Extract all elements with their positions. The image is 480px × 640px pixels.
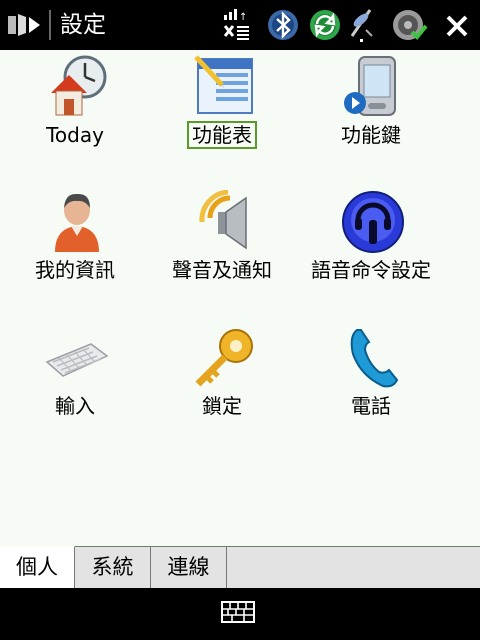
settings-item-lock[interactable]: 鎖定 — [147, 326, 297, 446]
today-clock-house-icon — [51, 55, 107, 116]
title-bar: 設定 ↑ — [0, 0, 480, 50]
menu-window-icon — [194, 55, 253, 114]
keyboard-icon — [45, 343, 109, 377]
settings-content: Today 功能表 功能鍵 我的資訊 聲音及通知 語音命令設定 輸入 鎖定 電話 — [0, 50, 480, 546]
owner-person-icon — [55, 193, 99, 252]
settings-item-input[interactable]: 輸入 — [0, 326, 150, 446]
sync-icon[interactable] — [306, 6, 344, 44]
settings-item-label: 功能鍵 — [341, 123, 401, 147]
settings-item-label: 語音命令設定 — [311, 258, 431, 282]
signal-strength-icon[interactable]: ↑ — [222, 6, 252, 44]
phone-icon — [350, 329, 399, 388]
bluetooth-icon[interactable] — [264, 6, 302, 44]
settings-item-label: 我的資訊 — [35, 258, 115, 282]
settings-item-label: 鎖定 — [202, 394, 242, 418]
tab-connections[interactable]: 連線 — [151, 547, 227, 588]
page-title: 設定 — [60, 12, 106, 38]
svg-text:↑: ↑ — [239, 12, 247, 23]
soft-key-bar — [0, 588, 480, 640]
connectivity-icon[interactable] — [346, 6, 376, 44]
settings-item-label: 聲音及通知 — [172, 258, 272, 282]
settings-item-label: 輸入 — [55, 394, 95, 418]
settings-item-menus[interactable]: 功能表 — [147, 55, 297, 175]
close-icon[interactable] — [442, 6, 472, 44]
settings-item-label: 電話 — [351, 394, 391, 418]
voice-command-icon — [342, 191, 404, 253]
volume-icon[interactable] — [390, 6, 430, 44]
tab-personal[interactable]: 個人 — [0, 546, 75, 589]
start-menu-icon[interactable] — [4, 8, 46, 42]
settings-item-label: 功能表 — [147, 121, 297, 149]
settings-item-buttons[interactable]: 功能鍵 — [296, 55, 446, 175]
settings-item-owner-information[interactable]: 我的資訊 — [0, 190, 150, 310]
input-panel-keyboard-icon[interactable] — [220, 600, 256, 624]
tab-bar: 個人 系統 連線 — [0, 546, 480, 589]
key-icon — [195, 329, 253, 387]
title-separator — [49, 10, 51, 40]
settings-item-voice-command[interactable]: 語音命令設定 — [296, 190, 446, 310]
tab-system[interactable]: 系統 — [75, 547, 151, 588]
settings-item-label: Today — [46, 123, 104, 147]
settings-item-sounds-notifications[interactable]: 聲音及通知 — [147, 190, 297, 310]
settings-item-today[interactable]: Today — [0, 55, 150, 175]
speaker-icon — [199, 190, 247, 250]
buttons-device-icon — [344, 56, 396, 116]
settings-item-phone[interactable]: 電話 — [296, 326, 446, 446]
